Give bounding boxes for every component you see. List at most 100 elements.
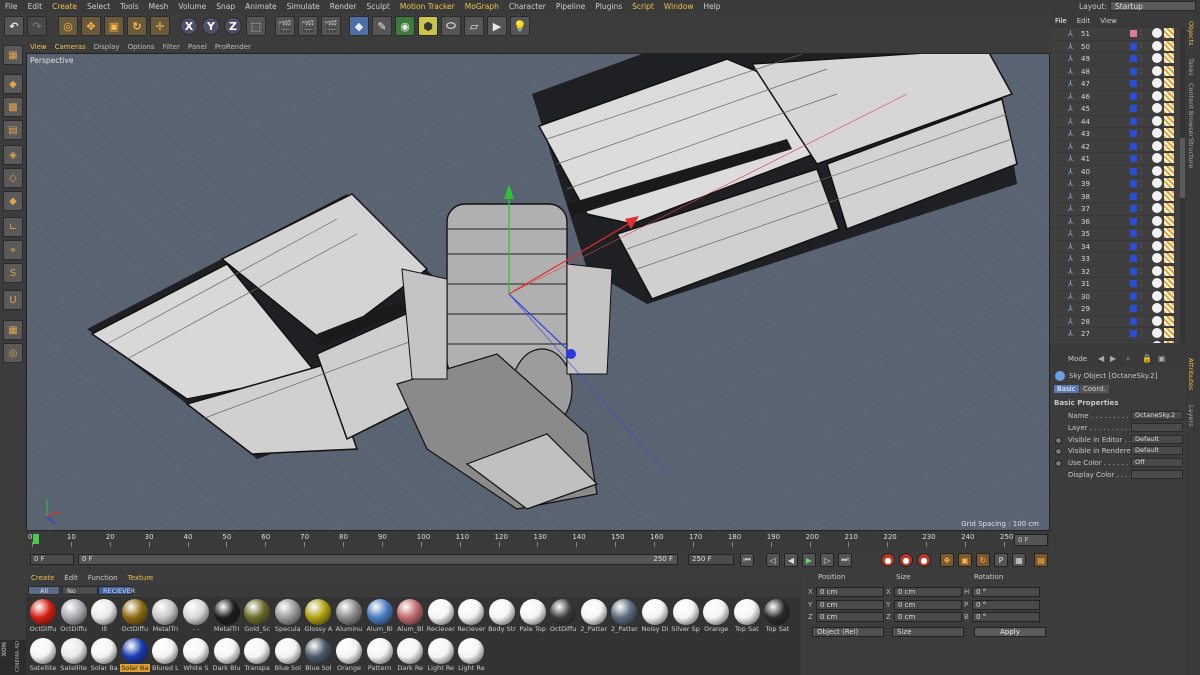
coord-pos-field[interactable]: 0 cm — [816, 599, 884, 610]
material-swatch[interactable]: Pale Top — [518, 598, 548, 635]
texture-tag-icon[interactable] — [1164, 303, 1174, 313]
texture-tag-icon[interactable] — [1164, 53, 1174, 63]
texture-tag-icon[interactable] — [1164, 165, 1174, 176]
material-tag-icon[interactable] — [1152, 340, 1162, 343]
material-tag-icon[interactable] — [1152, 240, 1162, 251]
render-view-icon[interactable]: 🎬 — [275, 16, 295, 36]
material-tag-icon[interactable] — [1152, 40, 1162, 51]
timeline-window-icon[interactable]: ▤ — [1034, 553, 1048, 567]
previous-key-icon[interactable]: ◁ — [766, 553, 780, 567]
tab-no-layer[interactable]: No Layer — [62, 586, 98, 604]
texture-tag-icon[interactable] — [1164, 265, 1174, 276]
material-tag-icon[interactable] — [1152, 303, 1162, 313]
material-tag-icon[interactable] — [1152, 203, 1162, 213]
material-swatch[interactable]: OctDiffu — [59, 598, 89, 635]
perspective-viewport[interactable]: Perspective Grid Spacing : 100 cm — [26, 53, 1050, 531]
material-swatch[interactable]: 2_Patter — [609, 598, 639, 635]
material-tag-icon[interactable] — [1152, 178, 1162, 188]
object-menu-file[interactable]: File — [1050, 17, 1072, 25]
position-key-icon[interactable]: ✥ — [940, 553, 954, 567]
object-row[interactable]: ⅄ 44 ⁚ — [1050, 115, 1185, 128]
layer-color-swatch[interactable] — [1130, 142, 1137, 150]
material-tag-icon[interactable] — [1152, 53, 1162, 63]
texture-tag-icon[interactable] — [1164, 78, 1174, 88]
visibility-dots-icon[interactable]: ⁚ — [1140, 68, 1142, 75]
object-row[interactable]: ⅄ 28 ⁚ — [1050, 315, 1185, 328]
texture-tag-icon[interactable] — [1164, 140, 1174, 151]
play-icon[interactable]: ▶ — [802, 553, 816, 567]
material-swatch[interactable]: Alum_Bl — [395, 598, 425, 635]
viewport-menu-display[interactable]: Display — [90, 43, 124, 51]
layer-color-swatch[interactable] — [1130, 42, 1137, 50]
layer-color-swatch[interactable] — [1130, 342, 1137, 343]
material-tag-icon[interactable] — [1152, 140, 1162, 151]
planar-workplane-icon[interactable]: ◎ — [3, 343, 23, 363]
material-swatch[interactable]: Light Re — [426, 637, 456, 674]
layer-color-swatch[interactable] — [1130, 192, 1137, 200]
material-swatch[interactable]: Blue Sol — [273, 637, 303, 674]
attribute-value-field[interactable] — [1131, 470, 1183, 479]
coord-rot-field[interactable]: 0 ° — [972, 587, 1040, 597]
material-swatch[interactable]: Orange — [701, 598, 731, 635]
material-menu-create[interactable]: Create — [26, 574, 59, 582]
live-selection-icon[interactable]: ◎ — [58, 16, 78, 36]
object-row[interactable]: ⅄ 47 ⁚ — [1050, 78, 1185, 91]
viewport-menu-prorender[interactable]: ProRender — [211, 43, 255, 51]
visibility-dots-icon[interactable]: ⁚ — [1140, 130, 1142, 137]
menu-window[interactable]: Window — [659, 2, 699, 11]
edges-mode-icon[interactable]: ◇ — [3, 168, 23, 188]
coord-pos-field[interactable]: 0 cm — [816, 612, 884, 622]
back-arrow-icon[interactable]: ◀ — [1098, 354, 1104, 363]
current-frame-field[interactable]: 0 F — [1014, 534, 1048, 546]
workplane-lock-icon[interactable]: ▦ — [3, 320, 23, 340]
material-tag-icon[interactable] — [1152, 328, 1162, 338]
material-swatch[interactable]: Solar Ba — [119, 637, 150, 674]
object-row[interactable]: ⅄ 32 ⁚ — [1050, 265, 1185, 278]
go-to-start-icon[interactable]: ⏮ — [740, 553, 754, 567]
material-swatch[interactable]: Alum_Bl — [365, 598, 395, 635]
texture-tag-icon[interactable] — [1164, 40, 1174, 51]
object-row[interactable]: ⅄ 37 ⁚ — [1050, 203, 1185, 216]
material-tag-icon[interactable] — [1152, 228, 1162, 238]
material-swatch[interactable]: Light Re — [456, 637, 486, 674]
attribute-value-field[interactable]: Default — [1131, 446, 1183, 456]
layer-color-swatch[interactable] — [1130, 292, 1137, 300]
material-swatch[interactable]: Top Sat — [732, 598, 762, 635]
object-row[interactable]: ⅄ 31 ⁚ — [1050, 278, 1185, 291]
end-frame-field[interactable]: 250 F — [688, 554, 734, 565]
texture-tag-icon[interactable] — [1164, 240, 1174, 251]
material-tag-icon[interactable] — [1152, 153, 1162, 163]
texture-tag-icon[interactable] — [1164, 290, 1174, 301]
texture-tag-icon[interactable] — [1164, 215, 1174, 226]
material-swatch[interactable]: Blue Sol — [303, 637, 333, 674]
visibility-dots-icon[interactable]: ⁚ — [1140, 80, 1142, 87]
material-swatch[interactable]: Ill — [89, 598, 119, 635]
texture-tag-icon[interactable] — [1164, 190, 1174, 201]
material-swatch[interactable]: MetalTri — [212, 598, 242, 635]
deformer-icon[interactable]: ⬭ — [441, 16, 461, 36]
layer-color-swatch[interactable] — [1130, 305, 1137, 312]
menu-tools[interactable]: Tools — [115, 2, 143, 11]
size-mode-dropdown[interactable]: Size — [892, 627, 964, 637]
material-tag-icon[interactable] — [1152, 290, 1162, 301]
visibility-dots-icon[interactable]: ⁚ — [1140, 293, 1142, 300]
texture-tag-icon[interactable] — [1164, 178, 1174, 188]
texture-mode-icon[interactable]: ▩ — [3, 97, 23, 117]
menu-edit[interactable]: Edit — [23, 2, 48, 11]
material-tag-icon[interactable] — [1152, 165, 1162, 176]
object-row[interactable]: ⅄ 27 ⁚ — [1050, 328, 1185, 341]
object-row[interactable]: ⅄ 34 ⁚ — [1050, 240, 1185, 253]
material-swatch[interactable]: 2_Patter — [579, 598, 609, 635]
move-icon[interactable]: ✥ — [81, 16, 101, 36]
start-frame-field[interactable]: 0 F — [30, 554, 74, 565]
layer-color-swatch[interactable] — [1130, 117, 1137, 125]
next-frame-icon[interactable]: ▷ — [820, 553, 834, 567]
material-tag-icon[interactable] — [1152, 65, 1162, 76]
material-swatch[interactable]: White S — [181, 637, 211, 674]
object-row[interactable]: ⅄ 41 ⁚ — [1050, 153, 1185, 166]
coord-rot-field[interactable]: 0 ° — [972, 599, 1040, 610]
tab-coord[interactable]: Coord. — [1080, 385, 1109, 393]
layer-color-swatch[interactable] — [1130, 280, 1137, 287]
viewport-menu-view[interactable]: View — [26, 43, 51, 51]
side-tab-content-browser[interactable]: Content Browser — [1187, 83, 1195, 137]
